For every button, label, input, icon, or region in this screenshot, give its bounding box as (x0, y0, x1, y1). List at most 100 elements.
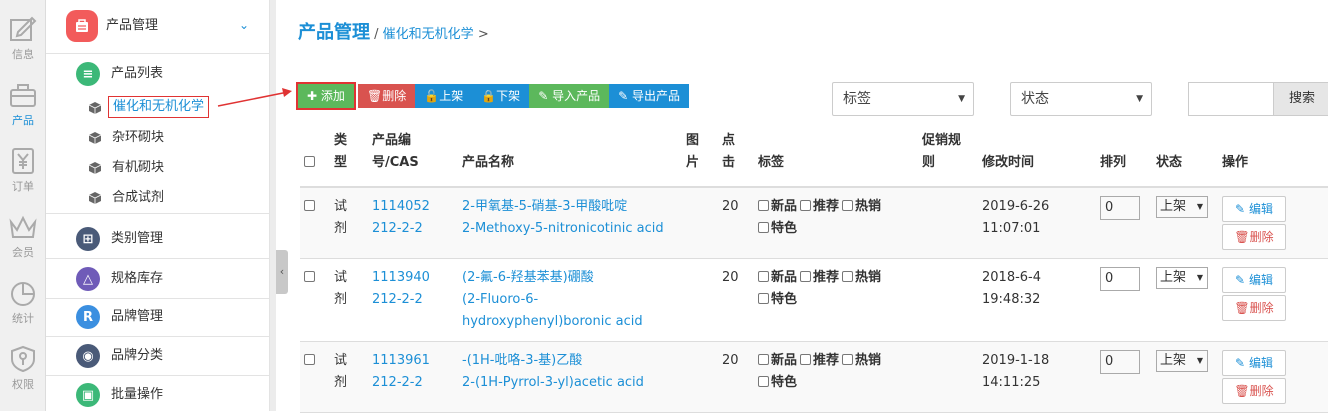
breadcrumb-separator: / (374, 27, 379, 42)
cube-icon (88, 132, 102, 144)
rail-label: 信息 (12, 48, 34, 61)
sidebar-subitem-reagent[interactable]: 合成试剂 (46, 184, 270, 214)
delete-row-button[interactable]: 🗑删除 (1222, 378, 1286, 404)
tag-new-checkbox[interactable] (758, 354, 769, 365)
edit-button[interactable]: ✎ 编辑 (1222, 350, 1286, 376)
table-header-row: 类型 产品编 号/CAS 产品名称 图片 点击 标签 促销规则 修改时间 排列 状… (300, 130, 1328, 188)
product-cas[interactable]: 212-2-2 (372, 375, 423, 390)
rail-item-permission[interactable]: 权限 (0, 344, 46, 392)
hierarchy-icon: △ (76, 267, 100, 291)
cell-status: 上架 ▼ (1152, 341, 1218, 413)
trash-icon: 🗑 (1234, 384, 1250, 398)
search-button[interactable]: 搜索 (1273, 82, 1328, 116)
edit-button[interactable]: ✎ 编辑 (1222, 196, 1286, 222)
sidebar-header-product-management[interactable]: 产品管理 ⌄ (46, 0, 270, 54)
sidebar-item-batch[interactable]: ▣ 批量操作 (46, 375, 270, 415)
product-code[interactable]: 1114052 (372, 199, 430, 214)
import-button[interactable]: ✎ 导入产品 (529, 84, 610, 108)
tag-hot-checkbox[interactable] (842, 354, 854, 365)
sidebar-item-category[interactable]: ⊞ 类别管理 (46, 219, 270, 259)
product-name-line[interactable]: 2-甲氧基-5-硝基-3-甲酸吡啶 (462, 199, 627, 214)
sidebar-item-stock[interactable]: △ 规格库存 (46, 259, 270, 299)
product-name-line[interactable]: -(1H-吡咯-3-基)乙酸 (462, 353, 582, 368)
sidebar-subitem-organic[interactable]: 有机砌块 (46, 154, 270, 182)
grid-icon: ⊞ (76, 227, 100, 251)
sidebar-item-brand-category[interactable]: ◉ 品牌分类 (46, 336, 270, 376)
sort-input[interactable]: 0 (1100, 350, 1140, 374)
table-row: 试剂 1113940 212-2-2 (2-氟-6-羟基苯基)硼酸 (2-Fluor… (300, 258, 1328, 342)
product-name-line[interactable]: 2-(1H-Pyrrol-3-yl)acetic acid (462, 375, 644, 390)
product-name-line[interactable]: hydroxyphenyl)boronic acid (462, 314, 643, 329)
main-content: 产品管理 / 催化和无机化学 > ✚ 添加 🗑删除 🔓上架 🔒下架 ✎ 导入产品… (276, 0, 1328, 413)
publish-button[interactable]: 🔓上架 (415, 84, 473, 108)
sidebar-subitem-label: 杂环砌块 (112, 130, 165, 145)
col-promo: 促销规则 (918, 130, 978, 188)
cell-promo (918, 258, 978, 342)
sidebar-subitem-heterocycle[interactable]: 杂环砌块 (46, 124, 270, 152)
status-select-value: 状态 (1021, 91, 1049, 107)
edit-square-icon: ✎ (538, 89, 549, 103)
page-title: 产品管理 (298, 22, 370, 43)
unpublish-button[interactable]: 🔒下架 (472, 84, 530, 108)
row-checkbox[interactable] (304, 354, 315, 365)
cell-promo (918, 187, 978, 259)
product-name-line[interactable]: (2-Fluoro-6- (462, 292, 538, 307)
delete-row-button[interactable]: 🗑删除 (1222, 224, 1286, 250)
product-code[interactable]: 1113940 (372, 270, 430, 285)
sort-input[interactable]: 0 (1100, 196, 1140, 220)
status-select[interactable]: 状态 ▼ (1010, 82, 1152, 116)
rail-item-info[interactable]: 信息 (0, 14, 46, 62)
toolbar-buttons: 🗑删除 🔓上架 🔒下架 ✎ 导入产品 ✎ 导出产品 (358, 84, 689, 108)
tag-feat-checkbox[interactable] (758, 293, 769, 304)
table-row: 试剂 1114052 212-2-2 2-甲氧基-5-硝基-3-甲酸吡啶 2-Met… (300, 187, 1328, 259)
tag-feat-checkbox[interactable] (758, 222, 769, 233)
cell-type: 试剂 (330, 258, 368, 342)
list-icon: ≡ (76, 62, 100, 86)
sidebar-item-product-list[interactable]: ≡ 产品列表 (46, 54, 270, 94)
product-name-line[interactable]: 2-Methoxy-5-nitronicotinic acid (462, 221, 664, 236)
sidebar-subitem-catalysis[interactable]: 催化和无机化学 (46, 94, 270, 122)
product-management-icon (66, 10, 98, 42)
row-checkbox[interactable] (304, 200, 315, 211)
rail-item-product[interactable]: 产品 (0, 80, 46, 128)
delete-row-button[interactable]: 🗑删除 (1222, 295, 1286, 321)
rail-label: 权限 (12, 378, 34, 391)
sidebar-item-brand[interactable]: R 品牌管理 (46, 297, 270, 337)
tag-rec-checkbox[interactable] (800, 271, 812, 282)
status-select[interactable]: 上架 ▼ (1156, 267, 1208, 289)
col-code: 产品编 号/CAS (368, 130, 458, 188)
select-all-checkbox[interactable] (304, 156, 315, 167)
tag-select[interactable]: 标签 ▼ (832, 82, 974, 116)
col-time: 修改时间 (978, 130, 1096, 188)
product-code[interactable]: 1113961 (372, 353, 430, 368)
tag-rec-checkbox[interactable] (800, 354, 812, 365)
rail-item-order[interactable]: 订单 (0, 146, 46, 194)
product-cas[interactable]: 212-2-2 (372, 292, 423, 307)
product-name-line[interactable]: (2-氟-6-羟基苯基)硼酸 (462, 270, 594, 285)
cell-image (682, 258, 718, 342)
row-checkbox[interactable] (304, 271, 315, 282)
edit-button[interactable]: ✎ 编辑 (1222, 267, 1286, 293)
cell-status: 上架 ▼ (1152, 187, 1218, 259)
status-select[interactable]: 上架 ▼ (1156, 350, 1208, 372)
sort-input[interactable]: 0 (1100, 267, 1140, 291)
cell-image (682, 187, 718, 259)
tag-hot-checkbox[interactable] (842, 271, 854, 282)
tag-rec-checkbox[interactable] (800, 200, 812, 211)
export-button[interactable]: ✎ 导出产品 (609, 84, 689, 108)
tag-hot-checkbox[interactable] (842, 200, 854, 211)
rail-label: 统计 (12, 312, 34, 325)
search-input[interactable] (1188, 82, 1274, 116)
breadcrumb-current[interactable]: 催化和无机化学 (383, 27, 474, 42)
tag-new-checkbox[interactable] (758, 200, 769, 211)
tag-new-checkbox[interactable] (758, 271, 769, 282)
add-button[interactable]: ✚ 添加 (298, 84, 354, 108)
import-label: 导入产品 (552, 89, 601, 103)
cube-icon (88, 102, 102, 114)
rail-item-member[interactable]: 会员 (0, 212, 46, 260)
rail-item-stats[interactable]: 统计 (0, 278, 46, 326)
tag-feat-checkbox[interactable] (758, 376, 769, 387)
status-select[interactable]: 上架 ▼ (1156, 196, 1208, 218)
product-cas[interactable]: 212-2-2 (372, 221, 423, 236)
delete-button[interactable]: 🗑删除 (358, 84, 416, 108)
